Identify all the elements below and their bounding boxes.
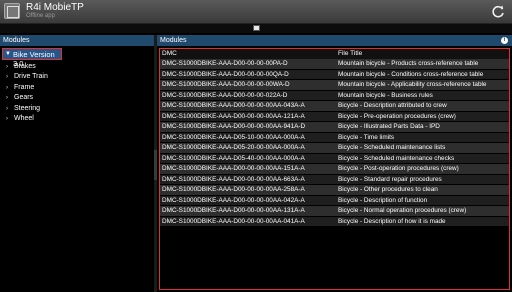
table-row[interactable]: DMC-S1000DBIKE-AAA-D00-00-00-00AA-941A-D… xyxy=(160,122,509,133)
cell-file-title: Bicycle - Time limits xyxy=(338,133,395,141)
chevron-right-icon[interactable]: › xyxy=(6,114,14,124)
cell-file-title: Bicycle - Description of how it is made xyxy=(338,217,446,225)
tree-children: › Brakes › Drive Train › Frame › Gears › Steering… xyxy=(6,62,48,124)
chevron-right-icon[interactable]: › xyxy=(6,72,14,82)
tree-item[interactable]: › Frame xyxy=(6,83,48,93)
table-row[interactable]: DMC-S1000DBIKE-AAA-D05-40-00-00AA-000A-A… xyxy=(160,153,509,164)
left-panel-header: Modules xyxy=(0,35,154,46)
column-header-file-title[interactable]: File Title xyxy=(336,49,509,59)
cell-file-title: Bicycle - Scheduled maintenance lists xyxy=(338,144,446,151)
tree-item-label: Gears xyxy=(14,94,34,102)
table-row[interactable]: DMC-S1000DBIKE-AAA-D00-00-00-00AA-131A-A… xyxy=(160,206,509,217)
table-row[interactable]: DMC-S1000DBIKE-AAA-D05-20-00-00AA-000A-A… xyxy=(160,143,509,154)
app-subtitle: Offline app xyxy=(26,13,55,19)
table-row[interactable]: DMC-S1000DBIKE-AAA-D00-00-00-00AA-041A-A… xyxy=(160,216,509,227)
cell-dmc: DMC-S1000DBIKE-AAA-D00-00-00-00PA-D xyxy=(162,60,288,67)
tree-item[interactable]: › Drive Train xyxy=(6,72,48,82)
right-panel-header: Modules i xyxy=(157,35,512,46)
modules-grid: DMC File Title DMC-S1000DBIKE-AAA-D00-00… xyxy=(159,48,510,290)
cell-dmc: DMC-S1000DBIKE-AAA-D05-20-00-00AA-000A-A xyxy=(162,144,305,151)
tree-item-label: Drive Train xyxy=(14,73,48,81)
cell-dmc: DMC-S1000DBIKE-AAA-D05-40-00-00AA-000A-A xyxy=(162,154,305,162)
cell-dmc: DMC-S1000DBIKE-AAA-D00-00-00-00AA-941A-D xyxy=(162,123,306,130)
table-row[interactable]: DMC-S1000DBIKE-AAA-D00-00-00-00AA-121A-A… xyxy=(160,111,509,122)
tree-item-label: Frame xyxy=(14,83,35,91)
cell-file-title: Bicycle - Other procedures to clean xyxy=(338,186,438,193)
left-panel: Modules ▼ Bike Version 3.0 › Brakes › Drive… xyxy=(0,35,154,292)
cell-dmc: DMC-S1000DBIKE-AAA-D00-00-00-00AA-043A-A xyxy=(162,102,305,109)
cell-dmc: DMC-S1000DBIKE-AAA-D00-00-00-00AA-258A-A xyxy=(162,186,305,193)
table-row[interactable]: DMC-S1000DBIKE-AAA-D00-00-00-00PA-D Mount… xyxy=(160,59,509,70)
cell-dmc: DMC-S1000DBIKE-AAA-D00-00-00-00AA-151A-A xyxy=(162,165,305,172)
view-toggle-icon[interactable] xyxy=(253,25,260,31)
cell-file-title: Bicycle - Description of function xyxy=(338,196,428,204)
cell-file-title: Bicycle - Standard repair procedures xyxy=(338,175,442,183)
tree-item[interactable]: › Steering xyxy=(6,104,48,114)
table-row[interactable]: DMC-S1000DBIKE-AAA-D05-10-00-00AA-000A-A… xyxy=(160,132,509,143)
cell-file-title: Bicycle - Pre-operation procedures (crew… xyxy=(338,112,456,120)
chevron-right-icon[interactable]: › xyxy=(6,83,14,93)
cell-file-title: Mountain bicycle - Products cross-refere… xyxy=(338,60,479,67)
chevron-right-icon[interactable]: › xyxy=(6,93,14,103)
table-row[interactable]: DMC-S1000DBIKE-AAA-D00-00-00-00AA-151A-A… xyxy=(160,164,509,175)
table-row[interactable]: DMC-S1000DBIKE-AAA-D00-00-00-00AA-042A-A… xyxy=(160,195,509,206)
cell-dmc: DMC-S1000DBIKE-AAA-D00-00-00-00QA-D xyxy=(162,70,289,78)
column-header-dmc[interactable]: DMC xyxy=(160,49,336,59)
title-bar: R4i MobieTP Offline app xyxy=(0,0,512,24)
cell-file-title: Mountain bicycle - Business rules xyxy=(338,91,433,99)
app-icon xyxy=(4,3,20,19)
cell-dmc: DMC-S1000DBIKE-AAA-D00-00-00-00AA-131A-A xyxy=(162,207,305,214)
tree-item[interactable]: › Brakes xyxy=(6,62,48,72)
cell-file-title: Mountain bicycle - Conditions cross-refe… xyxy=(338,70,484,78)
grid-header-row: DMC File Title xyxy=(160,49,509,59)
triangle-down-icon[interactable]: ▼ xyxy=(5,51,11,57)
cell-dmc: DMC-S1000DBIKE-AAA-D00-00-00-00AA-042A-A xyxy=(162,196,305,204)
toolbar xyxy=(0,24,512,33)
tree-root-item[interactable]: ▼ Bike Version 3.0 xyxy=(2,48,62,68)
tree-item-label: Steering xyxy=(14,104,41,112)
tree-item[interactable]: › Gears xyxy=(6,93,48,103)
tree-item-label: Wheel xyxy=(14,114,34,122)
right-panel: Modules i DMC File Title DMC-S1000DBIKE-… xyxy=(157,35,512,292)
cell-dmc: DMC-S1000DBIKE-AAA-D00-00-00-022A-D xyxy=(162,91,288,99)
tree-item[interactable]: › Wheel xyxy=(6,114,48,124)
chevron-right-icon[interactable]: › xyxy=(6,62,14,72)
cell-file-title: Mountain bicycle - Applicability cross-r… xyxy=(338,81,487,88)
chevron-right-icon[interactable]: › xyxy=(6,104,14,114)
grid-body: DMC-S1000DBIKE-AAA-D00-00-00-00PA-D Mount… xyxy=(160,59,509,227)
cell-dmc: DMC-S1000DBIKE-AAA-D05-10-00-00AA-000A-A xyxy=(162,133,305,141)
tree-item-label: Brakes xyxy=(14,63,36,70)
table-row[interactable]: DMC-S1000DBIKE-AAA-D00-00-00-00AA-663A-A… xyxy=(160,174,509,185)
cell-file-title: Bicycle - Post-operation procedures (cre… xyxy=(338,165,459,172)
right-panel-title: Modules xyxy=(160,37,187,44)
table-row[interactable]: DMC-S1000DBIKE-AAA-D00-00-00-00AA-043A-A… xyxy=(160,101,509,112)
cell-file-title: Bicycle - Normal operation procedures (c… xyxy=(338,207,467,214)
info-icon[interactable]: i xyxy=(501,37,508,44)
cell-dmc: DMC-S1000DBIKE-AAA-D00-00-00-00AA-663A-A xyxy=(162,175,305,183)
table-row[interactable]: DMC-S1000DBIKE-AAA-D00-00-00-00WA-D Mount… xyxy=(160,80,509,91)
table-row[interactable]: DMC-S1000DBIKE-AAA-D00-00-00-00AA-258A-A… xyxy=(160,185,509,196)
cell-file-title: Bicycle - Scheduled maintenance checks xyxy=(338,154,455,162)
app-title: R4i MobieTP xyxy=(26,2,84,13)
cell-file-title: Bicycle - Description attributed to crew xyxy=(338,102,447,109)
sync-icon[interactable] xyxy=(490,4,506,20)
cell-dmc: DMC-S1000DBIKE-AAA-D00-00-00-00AA-121A-A xyxy=(162,112,305,120)
table-row[interactable]: DMC-S1000DBIKE-AAA-D00-00-00-00QA-D Mount… xyxy=(160,69,509,80)
cell-dmc: DMC-S1000DBIKE-AAA-D00-00-00-00AA-041A-A xyxy=(162,217,305,225)
cell-dmc: DMC-S1000DBIKE-AAA-D00-00-00-00WA-D xyxy=(162,81,290,88)
table-row[interactable]: DMC-S1000DBIKE-AAA-D00-00-00-022A-D Mount… xyxy=(160,90,509,101)
cell-file-title: Bicycle - Illustrated Parts Data - IPD xyxy=(338,123,440,130)
